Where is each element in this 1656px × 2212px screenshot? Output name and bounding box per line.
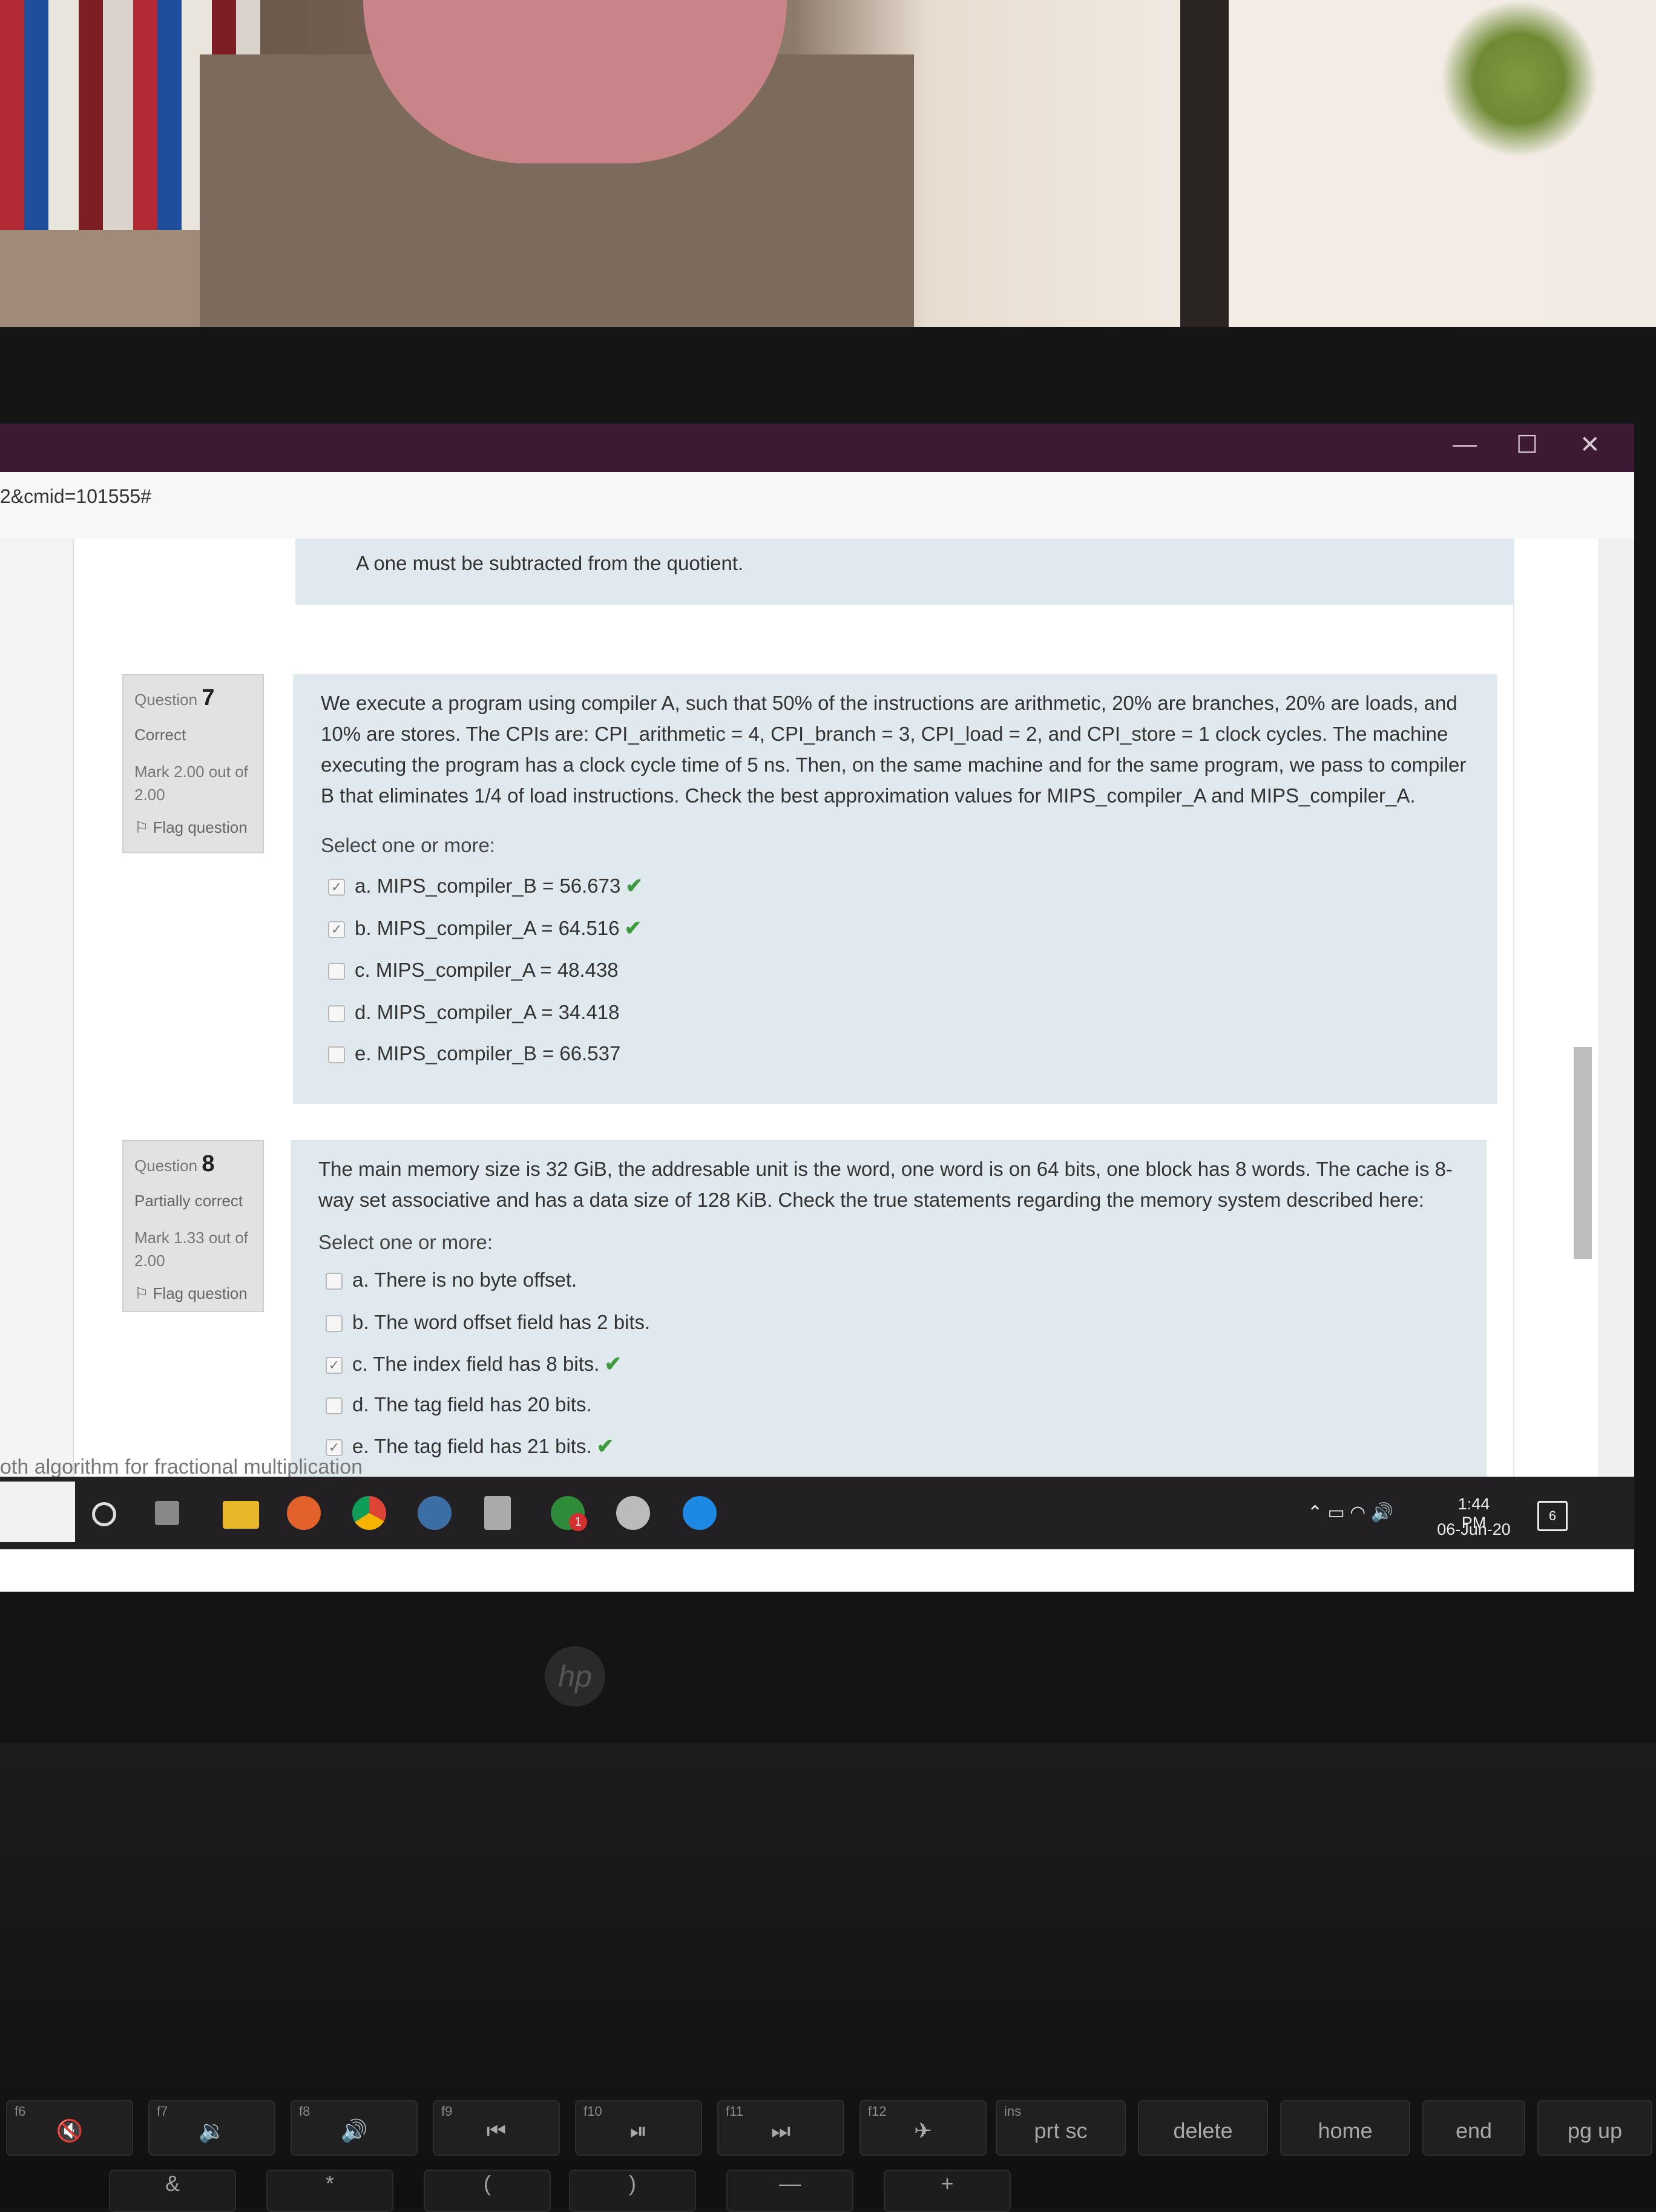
select-label: Select one or more: bbox=[318, 1231, 493, 1253]
next-question-cutoff-text: oth algorithm for fractional multiplicat… bbox=[0, 1456, 363, 1478]
hp-logo: hp bbox=[545, 1646, 605, 1707]
taskbar-search[interactable] bbox=[0, 1482, 75, 1542]
checkbox-checked[interactable]: ✓ bbox=[326, 1439, 343, 1457]
left-column bbox=[0, 539, 74, 1477]
question-7-info: Question 7 Correct Mark 2.00 out of 2.00… bbox=[122, 674, 264, 853]
option-e[interactable]: e. MIPS_compiler_B = 66.537 bbox=[328, 1042, 620, 1065]
option-a[interactable]: ✓ a. MIPS_compiler_B = 56.673 ✔ bbox=[328, 874, 643, 898]
room-background bbox=[0, 0, 1656, 342]
check-icon: ✔ bbox=[625, 875, 643, 898]
notification-center-icon[interactable]: 6 bbox=[1537, 1501, 1568, 1531]
notification-badge: 1 bbox=[569, 1513, 587, 1531]
question-8-info: Question 8 Partially correct Mark 1.33 o… bbox=[122, 1140, 264, 1312]
key-f10[interactable]: f10 ⏯ bbox=[575, 2100, 702, 2156]
content-divider bbox=[1513, 539, 1514, 1477]
system-tray-icons[interactable]: ⌃ ▭ ◠ 🔊 bbox=[1307, 1502, 1393, 1523]
flag-icon: ⚐ bbox=[134, 1284, 149, 1302]
scrollbar-thumb[interactable] bbox=[1574, 1047, 1592, 1259]
quiz-page: A one must be subtracted from the quotie… bbox=[0, 539, 1598, 1503]
option-c[interactable]: c. MIPS_compiler_A = 48.438 bbox=[328, 959, 619, 982]
checkbox[interactable] bbox=[326, 1315, 343, 1333]
question-number: Question 8 bbox=[134, 1151, 215, 1177]
question-state: Correct bbox=[134, 726, 186, 744]
steam-icon[interactable] bbox=[418, 1496, 452, 1530]
key-f7[interactable]: f7 🔉 bbox=[148, 2100, 275, 2156]
checkbox[interactable] bbox=[328, 963, 345, 980]
page-scrollbar[interactable] bbox=[1598, 539, 1634, 1477]
checkbox-checked[interactable]: ✓ bbox=[328, 921, 345, 939]
option-b[interactable]: ✓ b. MIPS_compiler_A = 64.516 ✔ bbox=[328, 916, 642, 940]
key-right-paren[interactable]: ) bbox=[569, 2170, 696, 2212]
key-minus[interactable]: — bbox=[726, 2170, 853, 2212]
key-plus[interactable]: + bbox=[884, 2170, 1011, 2212]
firefox-icon[interactable] bbox=[287, 1496, 321, 1530]
question-mark: Mark 2.00 out of 2.00 bbox=[134, 763, 248, 804]
option-b[interactable]: b. The word offset field has 2 bits. bbox=[326, 1311, 650, 1334]
checkbox-checked[interactable]: ✓ bbox=[326, 1357, 343, 1374]
chrome-icon[interactable] bbox=[352, 1496, 386, 1530]
option-e[interactable]: ✓ e. The tag field has 21 bits. ✔ bbox=[326, 1434, 614, 1459]
question-7-content: We execute a program using compiler A, s… bbox=[293, 674, 1497, 1104]
question-text: The main memory size is 32 GiB, the addr… bbox=[318, 1158, 1453, 1211]
question-number: Question 7 bbox=[134, 685, 215, 711]
key-f12[interactable]: f12 ✈ bbox=[859, 2100, 987, 2156]
browser-titlebar: — ☐ ✕ bbox=[0, 424, 1634, 472]
key-asterisk[interactable]: * bbox=[266, 2170, 393, 2212]
address-bar[interactable]: 2&cmid=101555# bbox=[0, 472, 1634, 540]
windows-taskbar: 1 ⌃ ▭ ◠ 🔊 1:44 PM 06-Jun-20 6 bbox=[0, 1477, 1634, 1549]
cortana-icon[interactable] bbox=[92, 1502, 116, 1526]
checkbox[interactable] bbox=[328, 1005, 345, 1023]
app-icon[interactable] bbox=[616, 1496, 650, 1530]
laptop-screen: — ☐ ✕ 2&cmid=101555# A one must be subtr… bbox=[0, 424, 1634, 1592]
edge-icon[interactable] bbox=[683, 1496, 717, 1530]
key-f11[interactable]: f11 ⏭ bbox=[717, 2100, 844, 2156]
select-label: Select one or more: bbox=[321, 834, 495, 856]
checkbox[interactable] bbox=[328, 1046, 345, 1064]
minimize-button[interactable]: — bbox=[1453, 431, 1477, 458]
window-frame bbox=[1180, 0, 1229, 342]
checkbox-checked[interactable]: ✓ bbox=[328, 879, 345, 896]
previous-question-answer: A one must be subtracted from the quotie… bbox=[295, 539, 1514, 605]
key-f8[interactable]: f8 🔊 bbox=[291, 2100, 418, 2156]
check-icon: ✔ bbox=[604, 1353, 622, 1376]
flag-icon: ⚐ bbox=[134, 818, 149, 836]
checkbox[interactable] bbox=[326, 1273, 343, 1290]
key-delete[interactable]: delete bbox=[1138, 2100, 1268, 2156]
key-home[interactable]: home bbox=[1280, 2100, 1410, 2156]
key-end[interactable]: end bbox=[1422, 2100, 1525, 2156]
key-left-paren[interactable]: ( bbox=[424, 2170, 551, 2212]
whatsapp-icon[interactable]: 1 bbox=[551, 1496, 587, 1531]
question-state: Partially correct bbox=[134, 1192, 243, 1210]
maximize-button[interactable]: ☐ bbox=[1516, 431, 1538, 459]
check-icon: ✔ bbox=[596, 1435, 614, 1458]
question-mark: Mark 1.33 out of 2.00 bbox=[134, 1229, 248, 1270]
previous-answer-text: A one must be subtracted from the quotie… bbox=[356, 552, 744, 574]
file-explorer-icon[interactable] bbox=[223, 1501, 259, 1529]
option-d[interactable]: d. MIPS_compiler_A = 34.418 bbox=[328, 1001, 620, 1024]
url-text[interactable]: 2&cmid=101555# bbox=[0, 485, 151, 508]
option-d[interactable]: d. The tag field has 20 bits. bbox=[326, 1393, 592, 1416]
question-8-content: The main memory size is 32 GiB, the addr… bbox=[291, 1140, 1487, 1503]
checkbox[interactable] bbox=[326, 1397, 343, 1415]
flag-question-link[interactable]: ⚐ Flag question bbox=[134, 1284, 252, 1303]
task-view-icon[interactable] bbox=[155, 1501, 179, 1525]
question-text: We execute a program using compiler A, s… bbox=[321, 692, 1467, 807]
plant bbox=[1441, 0, 1598, 157]
flag-question-link[interactable]: ⚐ Flag question bbox=[134, 818, 252, 837]
key-f9[interactable]: f9 ⏮ bbox=[433, 2100, 560, 2156]
key-prtsc[interactable]: ins prt sc bbox=[996, 2100, 1126, 2156]
clock-date[interactable]: 06-Jun-20 bbox=[1434, 1520, 1513, 1539]
option-c[interactable]: ✓ c. The index field has 8 bits. ✔ bbox=[326, 1352, 622, 1376]
key-pgup[interactable]: pg up bbox=[1537, 2100, 1652, 2156]
calculator-icon[interactable] bbox=[484, 1496, 511, 1530]
key-f6[interactable]: f6 🔇 bbox=[6, 2100, 133, 2156]
key-ampersand[interactable]: & bbox=[109, 2170, 236, 2212]
check-icon: ✔ bbox=[624, 917, 642, 940]
option-a[interactable]: a. There is no byte offset. bbox=[326, 1268, 577, 1291]
close-button[interactable]: ✕ bbox=[1580, 431, 1600, 459]
